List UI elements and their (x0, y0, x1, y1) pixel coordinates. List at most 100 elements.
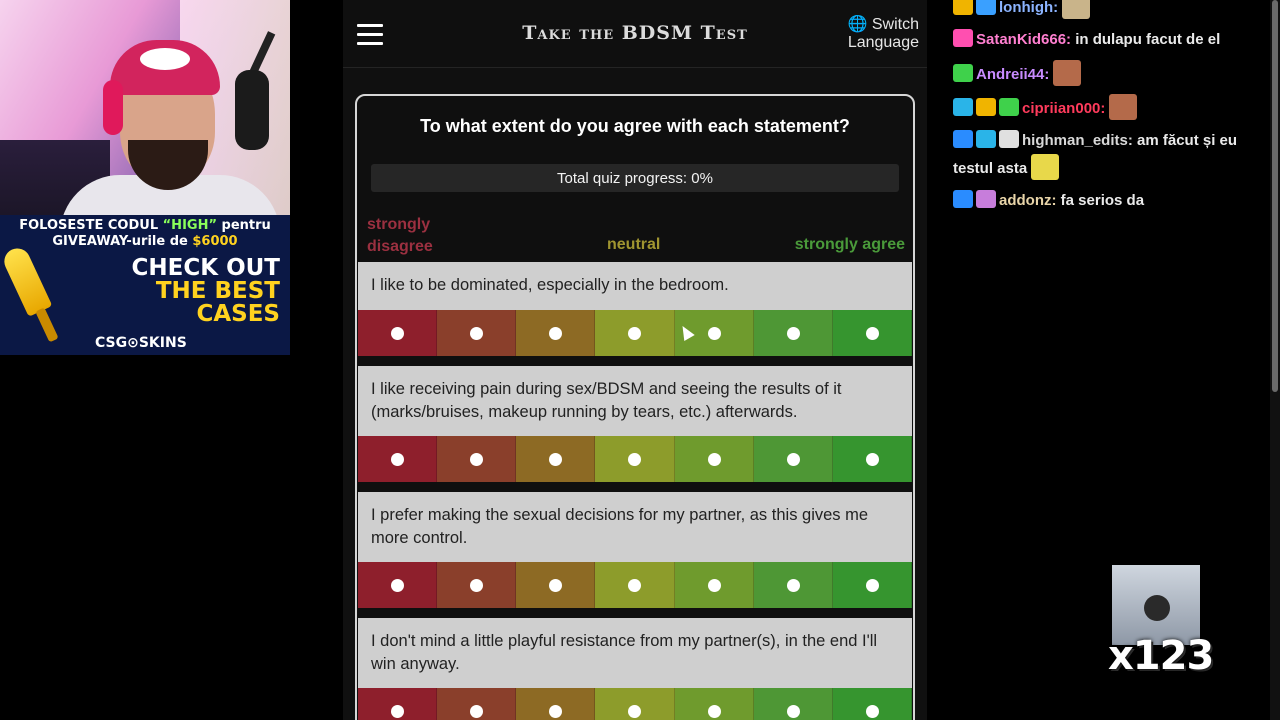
answer-option-4[interactable] (595, 562, 675, 608)
chat-message: SatanKid666: in dulapu facut de el (953, 27, 1273, 53)
answer-option-2[interactable] (437, 436, 517, 482)
chat-username[interactable]: addonz: (999, 192, 1057, 209)
radio-dot-icon (549, 705, 563, 718)
chat-message-text: in dulapu facut de el (1075, 31, 1221, 48)
statement-text: I like receiving pain during sex/BDSM an… (358, 366, 912, 436)
chat-message-text: fa serios da (1060, 192, 1145, 209)
chat-username[interactable]: highman_edits: (1022, 132, 1133, 149)
answer-scale-row (358, 310, 912, 356)
answer-option-7[interactable] (832, 688, 912, 720)
answer-option-1[interactable] (358, 436, 438, 482)
chat-badge-icon (953, 190, 973, 208)
chat-badge-icon (976, 98, 996, 116)
radio-dot-icon (470, 327, 484, 340)
top-navbar: Take the BDSM Test 🌐 Switch Language (343, 0, 927, 68)
answer-option-7[interactable] (832, 436, 912, 482)
answer-option-2[interactable] (437, 310, 517, 356)
answer-option-1[interactable] (358, 688, 438, 720)
chat-emote-icon (1053, 60, 1082, 86)
answer-option-6[interactable] (753, 436, 833, 482)
answer-option-7[interactable] (832, 562, 912, 608)
statement-text: I don't mind a little playful resistance… (358, 618, 912, 688)
promo-line-2: GIVEAWAY-urile de $6000 (52, 234, 238, 249)
answer-option-1[interactable] (358, 562, 438, 608)
chat-badge-icon (953, 98, 973, 116)
answer-option-4[interactable] (595, 688, 675, 720)
radio-dot-icon (470, 579, 484, 592)
scale-label-strongly-disagree: strongly disagree (367, 216, 433, 255)
radio-dot-icon (549, 327, 563, 340)
answer-option-3[interactable] (516, 436, 596, 482)
chat-username[interactable]: cipriian000: (1022, 100, 1105, 117)
chat-message: addonz: fa serios da (953, 188, 1273, 214)
radio-dot-icon (391, 579, 405, 592)
answer-option-2[interactable] (437, 688, 517, 720)
answer-scale-row (358, 688, 912, 720)
sponsor-ad: FOLOSESTE CODUL “HIGH” pentru GIVEAWAY-u… (0, 215, 290, 355)
chat-message: highman_edits: am făcut și eu testul ast… (953, 128, 1273, 182)
sponsor-brand: CSG⊙SKINS (95, 335, 187, 351)
chat-badge-icon (953, 29, 973, 47)
answer-option-3[interactable] (516, 310, 596, 356)
answer-option-4[interactable] (595, 310, 675, 356)
chat-emote-icon (1031, 154, 1060, 180)
radio-dot-icon (470, 453, 484, 466)
quiz-page: Take the BDSM Test 🌐 Switch Language To … (343, 0, 927, 720)
answer-option-3[interactable] (516, 688, 596, 720)
cta-text: CHECK OUT THE BEST CASES (131, 255, 280, 327)
answer-option-5[interactable] (674, 436, 754, 482)
chat-emote-icon (1109, 94, 1138, 120)
chat-badge-icon (999, 130, 1019, 148)
chat-username[interactable]: lonhigh: (999, 0, 1058, 16)
radio-dot-icon (707, 705, 721, 718)
progress-bar: Total quiz progress: 0% (371, 164, 899, 192)
answer-option-6[interactable] (753, 310, 833, 356)
site-title[interactable]: Take the BDSM Test (493, 22, 777, 44)
radio-dot-icon (549, 453, 563, 466)
answer-scale-row (358, 562, 912, 608)
chat-username[interactable]: Andreii44: (976, 66, 1049, 83)
chat-emote-icon (1062, 0, 1091, 19)
combo-count: x123 (1108, 633, 1214, 679)
radio-dot-icon (865, 705, 879, 718)
answer-option-3[interactable] (516, 562, 596, 608)
radio-dot-icon (707, 579, 721, 592)
answer-option-5[interactable] (674, 562, 754, 608)
answer-option-6[interactable] (753, 562, 833, 608)
chat-message: lonhigh: (953, 0, 1273, 21)
chat-badge-icon (976, 190, 996, 208)
scrollbar-thumb[interactable] (1272, 0, 1278, 392)
globe-icon: 🌐 (847, 16, 868, 33)
radio-dot-icon (391, 327, 405, 340)
radio-dot-icon (707, 453, 721, 466)
page-scrollbar[interactable] (1270, 0, 1280, 720)
answer-option-5[interactable] (674, 688, 754, 720)
answer-option-1[interactable] (358, 310, 438, 356)
radio-dot-icon (786, 705, 800, 718)
radio-dot-icon (865, 327, 879, 340)
radio-dot-icon (628, 705, 642, 718)
radio-dot-icon (628, 453, 642, 466)
scale-label-neutral: neutral (607, 236, 661, 253)
quiz-question: To what extent do you agree with each st… (420, 116, 850, 136)
chat-username[interactable]: SatanKid666: (976, 31, 1071, 48)
answer-option-4[interactable] (595, 436, 675, 482)
chat-message: cipriian000: (953, 94, 1273, 122)
webcam-overlay (0, 0, 290, 215)
answer-option-7[interactable] (832, 310, 912, 356)
chat-badge-icon (976, 130, 996, 148)
statement-text: I like to be dominated, especially in th… (358, 262, 912, 310)
beanie-logo (140, 48, 190, 70)
chat-badge-icon (953, 130, 973, 148)
hamburger-menu-icon[interactable] (357, 24, 385, 46)
switch-language-button[interactable]: 🌐 Switch Language (839, 16, 920, 52)
radio-dot-icon (391, 705, 405, 718)
scale-label-strongly-agree: strongly agree (794, 236, 905, 253)
promo-line-1: FOLOSESTE CODUL “HIGH” pentru (19, 218, 271, 233)
headset-icon (103, 80, 123, 135)
knife-icon (0, 244, 66, 346)
answer-option-2[interactable] (437, 562, 517, 608)
radio-dot-icon (549, 579, 563, 592)
radio-dot-icon (628, 579, 642, 592)
answer-option-6[interactable] (753, 688, 833, 720)
